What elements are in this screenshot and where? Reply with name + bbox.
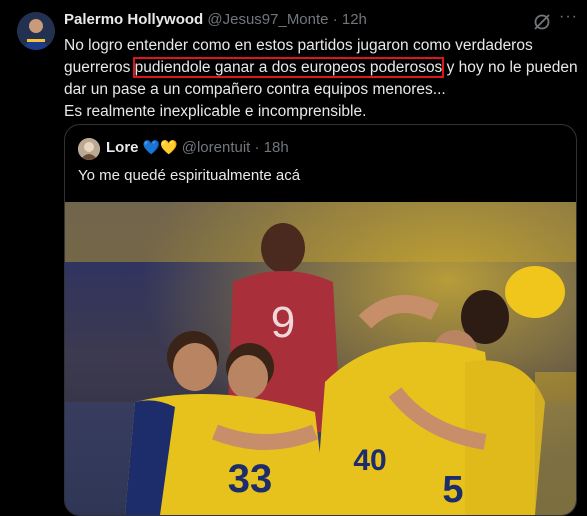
grok-icon[interactable]	[532, 12, 552, 32]
jersey-number-9: 9	[271, 298, 295, 347]
separator-dot: ·	[332, 11, 338, 28]
heart-emojis: 💙💛	[143, 139, 178, 156]
quote-author-handle[interactable]: @lorentuit	[182, 139, 251, 156]
jersey-number-40: 40	[353, 444, 386, 477]
quote-header: Lore 💙💛 @lorentuit · 18h	[106, 139, 289, 156]
jersey-number-33: 33	[228, 457, 273, 501]
separator-dot: ·	[254, 139, 260, 156]
quote-author-avatar[interactable]	[78, 138, 100, 160]
quote-text: Yo me quedé espiritualmente acá	[78, 167, 301, 184]
quoted-tweet[interactable]: Lore 💙💛 @lorentuit · 18h Yo me quedé esp…	[64, 124, 577, 516]
quote-photo[interactable]: 9 33 40 5	[65, 202, 576, 515]
blue-heart-icon: 💙	[142, 139, 161, 155]
yellow-heart-icon: 💛	[160, 139, 178, 155]
players-hugging-photo: 9 33 40 5	[65, 202, 576, 515]
quote-timestamp[interactable]: 18h	[264, 139, 289, 156]
author-name[interactable]: Palermo Hollywood	[64, 11, 203, 28]
tweet-text-line2: Es realmente inexplicable e incomprensib…	[64, 103, 367, 120]
jersey-number-5: 5	[442, 469, 463, 511]
tweet-text: No logro entender como en estos partidos…	[64, 35, 579, 123]
tweet-timestamp[interactable]: 12h	[342, 11, 367, 28]
author-avatar[interactable]	[17, 12, 55, 50]
more-options-icon[interactable]: ···	[559, 8, 578, 26]
avatar-image	[17, 12, 55, 50]
tweet-header: Palermo Hollywood @Jesus97_Monte · 12h	[64, 11, 367, 28]
highlighted-phrase: pudiendole ganar a dos europeos poderoso…	[132, 57, 445, 78]
quote-author-name[interactable]: Lore	[106, 139, 139, 156]
author-handle[interactable]: @Jesus97_Monte	[207, 11, 328, 28]
